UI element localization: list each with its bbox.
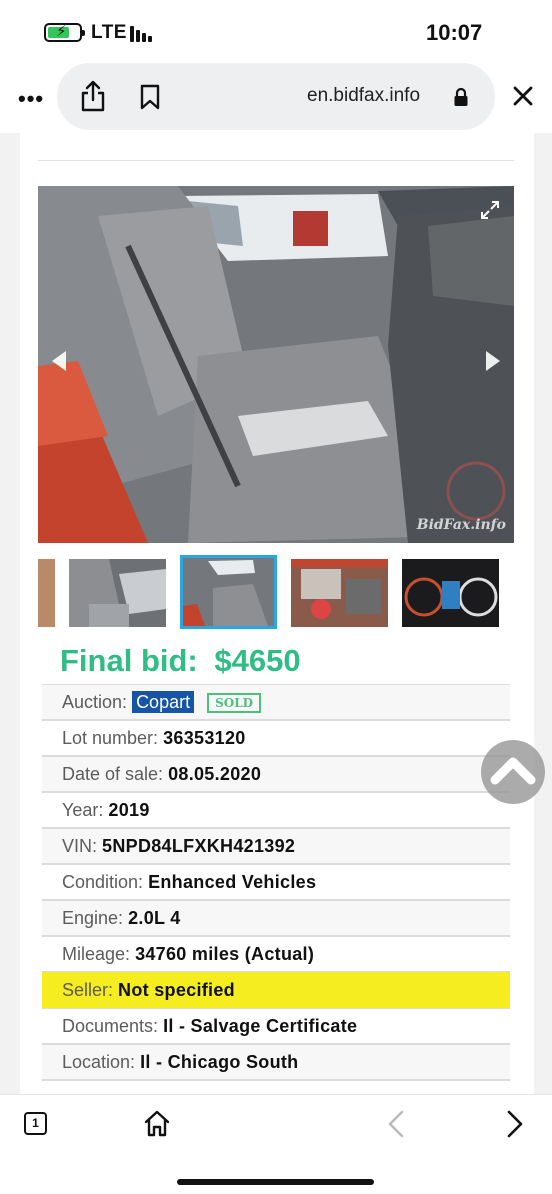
thumbnail[interactable] <box>291 559 388 627</box>
detail-row-lot-number: Lot number: 36353120 <box>42 720 510 756</box>
detail-label: Condition: <box>62 872 144 892</box>
detail-value: Il - Salvage Certificate <box>163 1016 358 1036</box>
status-bar: ⚡ LTE 10:07 <box>0 0 552 64</box>
back-icon[interactable] <box>386 1109 406 1139</box>
previous-photo-button[interactable] <box>52 351 66 371</box>
thumbnail[interactable] <box>69 559 166 627</box>
detail-row-partial <box>42 1080 510 1094</box>
web-page: BidFax.info Final bid: $4650 Auction: Co… <box>0 133 552 1094</box>
detail-value: 2019 <box>108 800 150 820</box>
thumbnail[interactable] <box>38 559 55 627</box>
detail-row-mileage: Mileage: 34760 miles (Actual) <box>42 936 510 972</box>
detail-value: 36353120 <box>163 728 246 748</box>
sold-badge: SOLD <box>207 693 262 714</box>
thumbnail-active[interactable] <box>180 555 277 629</box>
thumbnail[interactable] <box>402 559 499 627</box>
final-bid-value: $4650 <box>214 643 301 678</box>
detail-row-location: Location: Il - Chicago South <box>42 1044 510 1080</box>
detail-value: 2.0L 4 <box>128 908 181 928</box>
detail-label: Lot number: <box>62 728 159 748</box>
detail-label: Date of sale: <box>62 764 164 784</box>
final-bid: Final bid: $4650 <box>60 643 301 679</box>
detail-row-engine: Engine: 2.0L 4 <box>42 900 510 936</box>
address-bar[interactable]: en.bidfax.info <box>57 63 495 130</box>
detail-row-vin: VIN: 5NPD84LFXKH421392 <box>42 828 510 864</box>
detail-label: Engine: <box>62 908 124 928</box>
detail-row-condition: Condition: Enhanced Vehicles <box>42 864 510 900</box>
thumbnail-strip <box>38 554 514 632</box>
detail-row-date-of-sale: Date of sale: 08.05.2020 <box>42 756 510 792</box>
scroll-to-top-button[interactable] <box>481 740 545 804</box>
home-indicator <box>177 1179 374 1185</box>
detail-value: Not specified <box>118 980 235 1000</box>
home-icon[interactable] <box>144 1109 170 1137</box>
chevron-up-icon <box>490 757 536 785</box>
lock-icon <box>454 87 468 106</box>
bookmark-icon[interactable] <box>139 84 161 110</box>
expand-icon[interactable] <box>480 200 500 220</box>
network-type: LTE <box>91 22 127 43</box>
detail-value: Il - Chicago South <box>140 1052 299 1072</box>
detail-value: 34760 miles (Actual) <box>135 944 315 964</box>
car-interior-image <box>38 186 514 543</box>
url-text[interactable]: en.bidfax.info <box>307 85 420 107</box>
divider <box>38 160 514 161</box>
listing-card: BidFax.info Final bid: $4650 Auction: Co… <box>20 133 534 1094</box>
more-icon[interactable]: ••• <box>18 86 44 112</box>
share-icon[interactable] <box>80 80 106 112</box>
detail-row-seller: Seller: Not specified <box>42 972 510 1008</box>
close-icon[interactable] <box>512 84 534 108</box>
detail-row-auction: Auction: Copart SOLD <box>42 684 510 720</box>
watermark: BidFax.info <box>416 517 506 533</box>
detail-label: Seller: <box>62 980 114 1000</box>
lot-details-table: Auction: Copart SOLD Lot number: 3635312… <box>42 684 510 1094</box>
browser-toolbar: 1 <box>0 1094 552 1194</box>
tabs-icon[interactable]: 1 <box>24 1112 47 1135</box>
final-bid-label: Final bid: <box>60 643 198 678</box>
detail-value: 5NPD84LFXKH421392 <box>102 836 296 856</box>
detail-label: Location: <box>62 1052 136 1072</box>
detail-value: Enhanced Vehicles <box>148 872 317 892</box>
detail-value: 08.05.2020 <box>168 764 262 784</box>
next-photo-button[interactable] <box>486 351 500 371</box>
detail-label: VIN: <box>62 836 98 856</box>
detail-row-documents: Documents: Il - Salvage Certificate <box>42 1008 510 1044</box>
status-time: 10:07 <box>426 20 483 45</box>
signal-icon <box>130 26 158 42</box>
auction-link[interactable]: Copart <box>132 691 195 713</box>
detail-label: Documents: <box>62 1016 159 1036</box>
detail-label: Mileage: <box>62 944 131 964</box>
detail-row-year: Year: 2019 <box>42 792 510 828</box>
forward-icon[interactable] <box>505 1109 525 1139</box>
main-photo[interactable]: BidFax.info <box>38 186 514 543</box>
battery-charging-icon: ⚡ <box>44 23 85 42</box>
detail-label: Year: <box>62 800 104 820</box>
detail-label: Auction: <box>62 692 128 712</box>
